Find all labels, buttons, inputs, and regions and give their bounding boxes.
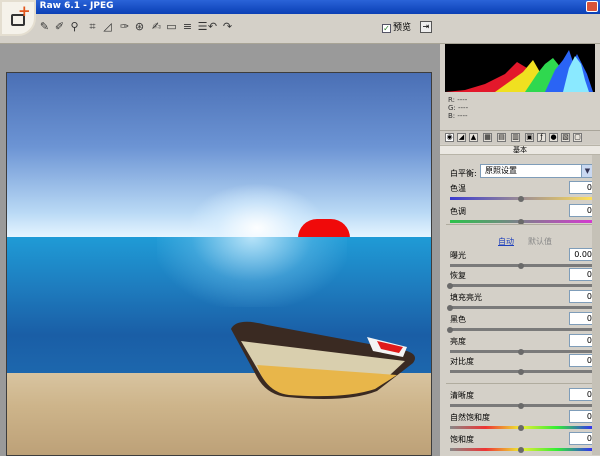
white-balance-tool-icon[interactable]: ✐	[53, 20, 66, 34]
tab-menu-icon[interactable]: ▢	[573, 133, 582, 142]
slider-label-clarity: 清晰度	[450, 391, 474, 400]
slider-track-brightness[interactable]	[450, 349, 592, 355]
slider-thumb-contrast[interactable]	[518, 369, 524, 375]
hand-tool-icon[interactable]: ≡	[181, 20, 194, 34]
tab-basic-icon[interactable]: ◉	[445, 133, 454, 142]
graduated-filter-tool-icon[interactable]: ▭	[165, 20, 178, 34]
slider-thumb-fill[interactable]	[447, 305, 453, 311]
histogram	[445, 44, 595, 92]
slider-label-saturation: 饱和度	[450, 435, 474, 444]
preview-image	[6, 72, 432, 456]
rotate-left-icon[interactable]: ↶	[206, 20, 219, 34]
boat-image	[231, 321, 415, 399]
fullscreen-icon[interactable]: ⇥	[420, 21, 432, 33]
slider-track-recovery[interactable]	[447, 283, 592, 289]
tab-hsl-icon[interactable]: ▦	[483, 133, 492, 142]
white-balance-label: 白平衡:	[450, 169, 477, 178]
tab-snapshots-icon[interactable]: ▧	[561, 133, 570, 142]
image-canvas	[0, 44, 440, 456]
slider-thumb-temp[interactable]	[518, 196, 524, 202]
slider-thumb-exposure[interactable]	[518, 263, 524, 269]
slider-label-blacks: 黑色	[450, 315, 466, 324]
b-readout: B: ----	[448, 112, 468, 120]
retouch-tool-icon[interactable]: ✑	[118, 20, 131, 34]
tab-tone-curve-icon[interactable]: ◢	[457, 133, 466, 142]
slider-track-tint[interactable]	[450, 219, 592, 225]
slider-label-exposure: 曝光	[450, 251, 466, 260]
slider-label-vibrance: 自然饱和度	[450, 413, 490, 422]
close-window-button[interactable]	[586, 1, 598, 12]
adjustment-brush-tool-icon[interactable]: ✍	[150, 20, 163, 34]
slider-label-fill: 填充亮光	[450, 293, 482, 302]
toolbar: ✎ ✐ ⚲ ⌗ ◿ ✑ ⊛ ✍ ▭ ≡ ☰ ↶ ↷ ✓ 预览 ⇥	[0, 14, 600, 44]
crop-tool-icon[interactable]: ⌗	[86, 20, 99, 34]
zoom-tool-icon[interactable]: ✎	[38, 20, 51, 34]
slider-track-temp[interactable]	[450, 196, 592, 202]
preview-checkbox[interactable]: ✓	[382, 24, 391, 33]
tab-lens-icon[interactable]: ▥	[511, 133, 520, 142]
slider-label-recovery: 恢复	[450, 271, 466, 280]
slider-thumb-brightness[interactable]	[518, 349, 524, 355]
camera-raw-window: ra Raw 6.1 - JPEG + ✎ ✐ ⚲ ⌗ ◿ ✑ ⊛ ✍ ▭ ≡ …	[0, 0, 600, 456]
straighten-tool-icon[interactable]: ◿	[101, 20, 114, 34]
slider-track-blacks[interactable]	[447, 327, 592, 333]
g-readout: G: ----	[448, 104, 469, 112]
slider-track-exposure[interactable]	[450, 263, 592, 269]
tab-split-toning-icon[interactable]: ▤	[497, 133, 506, 142]
title-bar: ra Raw 6.1 - JPEG	[0, 0, 600, 14]
slider-track-contrast[interactable]	[450, 369, 592, 375]
slider-label-tint: 色调	[450, 207, 466, 216]
tab-presets-icon[interactable]: ●	[549, 133, 558, 142]
slider-thumb-vibrance[interactable]	[518, 425, 524, 431]
slider-track-saturation[interactable]	[450, 447, 592, 453]
rgb-readout: R: ---- G: ---- B: ----	[448, 96, 468, 120]
section-title: 基本	[440, 145, 600, 155]
window-title: ra Raw 6.1 - JPEG	[26, 1, 114, 11]
slider-track-vibrance[interactable]	[450, 425, 592, 431]
r-readout: R: ----	[448, 96, 468, 104]
adjustment-panel: R: ---- G: ---- B: ---- ◉ ◢ ▲ ▦ ▤ ▥ ▣ ƒ …	[440, 44, 600, 456]
slider-thumb-blacks[interactable]	[447, 327, 453, 333]
auto-link[interactable]: 自动	[498, 236, 514, 247]
preview-label: 预览	[393, 23, 412, 33]
slider-track-clarity[interactable]	[450, 403, 592, 409]
slider-thumb-recovery[interactable]	[447, 283, 453, 289]
preview-toggle[interactable]: ✓ 预览	[382, 23, 411, 34]
slider-thumb-saturation[interactable]	[518, 447, 524, 453]
slider-label-temp: 色温	[450, 184, 466, 193]
white-balance-value: 原照设置	[485, 166, 517, 175]
slider-label-contrast: 对比度	[450, 357, 474, 366]
panel-scrollbar[interactable]	[592, 155, 600, 455]
rotate-right-icon[interactable]: ↷	[221, 20, 234, 34]
section-divider	[446, 224, 594, 225]
white-balance-select[interactable]: 原照设置 ▼	[480, 164, 594, 178]
slider-thumb-clarity[interactable]	[518, 403, 524, 409]
slider-track-fill[interactable]	[447, 305, 592, 311]
panel-tabs: ◉ ◢ ▲ ▦ ▤ ▥ ▣ ƒ ● ▧ ▢	[440, 130, 600, 144]
color-sampler-tool-icon[interactable]: ⚲	[68, 20, 81, 34]
tab-effects-icon[interactable]: ▣	[525, 133, 534, 142]
section-divider	[446, 383, 594, 384]
tab-camera-calibration-icon[interactable]: ƒ	[537, 133, 546, 142]
slider-label-brightness: 亮度	[450, 337, 466, 346]
tab-detail-icon[interactable]: ▲	[469, 133, 478, 142]
red-eye-tool-icon[interactable]: ⊛	[133, 20, 146, 34]
default-link[interactable]: 默认值	[528, 236, 552, 247]
site-logo-icon: +	[0, 0, 36, 36]
